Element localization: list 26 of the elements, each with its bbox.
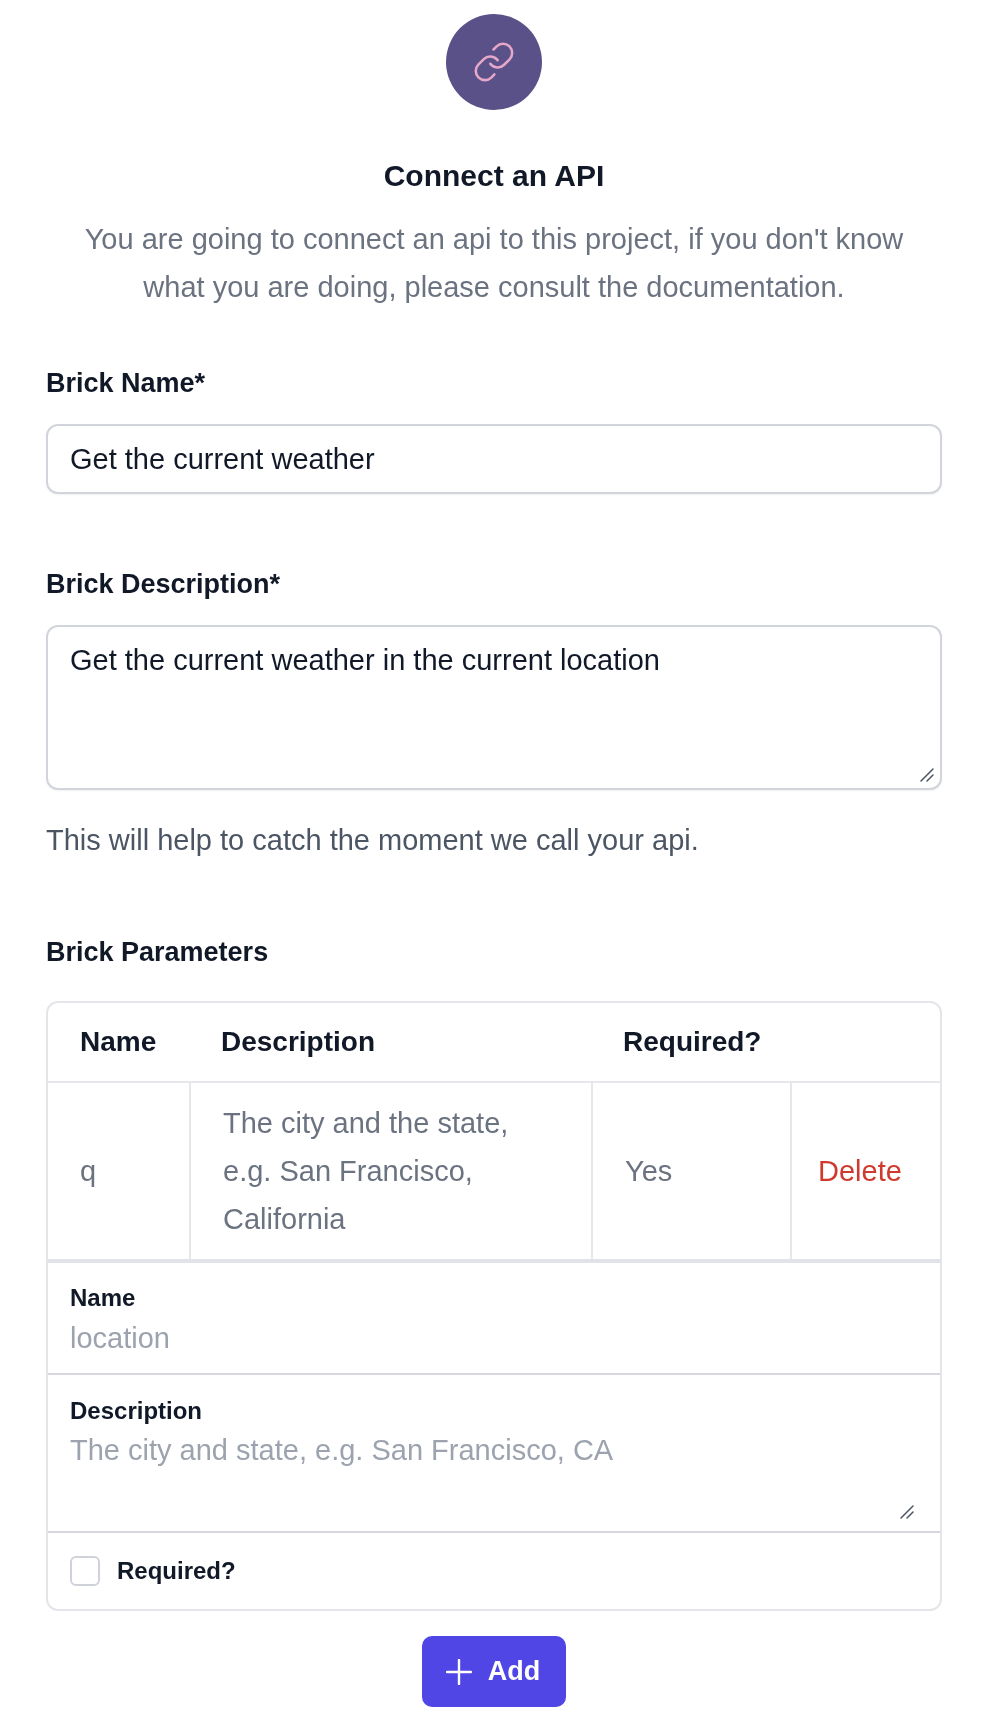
field-label: Description (70, 1396, 203, 1426)
checkbox[interactable] (70, 1556, 100, 1586)
link-icon (446, 14, 542, 110)
field-label: Brick Name* (46, 367, 206, 400)
help-text: This will help to catch the moment we call your api. (46, 823, 699, 858)
input-field[interactable]: location (70, 1318, 918, 1358)
plus-icon (445, 1658, 472, 1685)
dialog-description: You are going to connect an api to this project, if you don't know what you are doing, please consult the documentation. (83, 222, 905, 305)
field-label: Brick Description* (46, 568, 281, 601)
resize-handle-icon (920, 768, 934, 782)
checkbox-label: Required? (117, 1557, 236, 1585)
add-button[interactable]: Add (421, 1636, 567, 1707)
delete-button[interactable]: Delete (818, 1151, 902, 1191)
column-header: Name (79, 1026, 157, 1058)
input-field[interactable]: Get the current weather (46, 424, 942, 494)
field-label: Name (70, 1283, 136, 1313)
column-header: Description (220, 1026, 376, 1058)
textarea-field[interactable]: The city and state, e.g. San Francisco, CA (70, 1431, 918, 1519)
textarea-field[interactable]: Get the current weather in the current location (46, 625, 942, 790)
table-cell-text: q (80, 1154, 97, 1189)
resize-handle-icon (900, 1505, 914, 1519)
table-cell-text: The city and the state, e.g. San Francisco, California (223, 1106, 510, 1237)
column-header: Required? (622, 1026, 762, 1058)
section-label: Brick Parameters (46, 936, 269, 969)
dialog-title: Connect an API (383, 158, 605, 194)
table-cell-text: Yes (625, 1154, 673, 1189)
